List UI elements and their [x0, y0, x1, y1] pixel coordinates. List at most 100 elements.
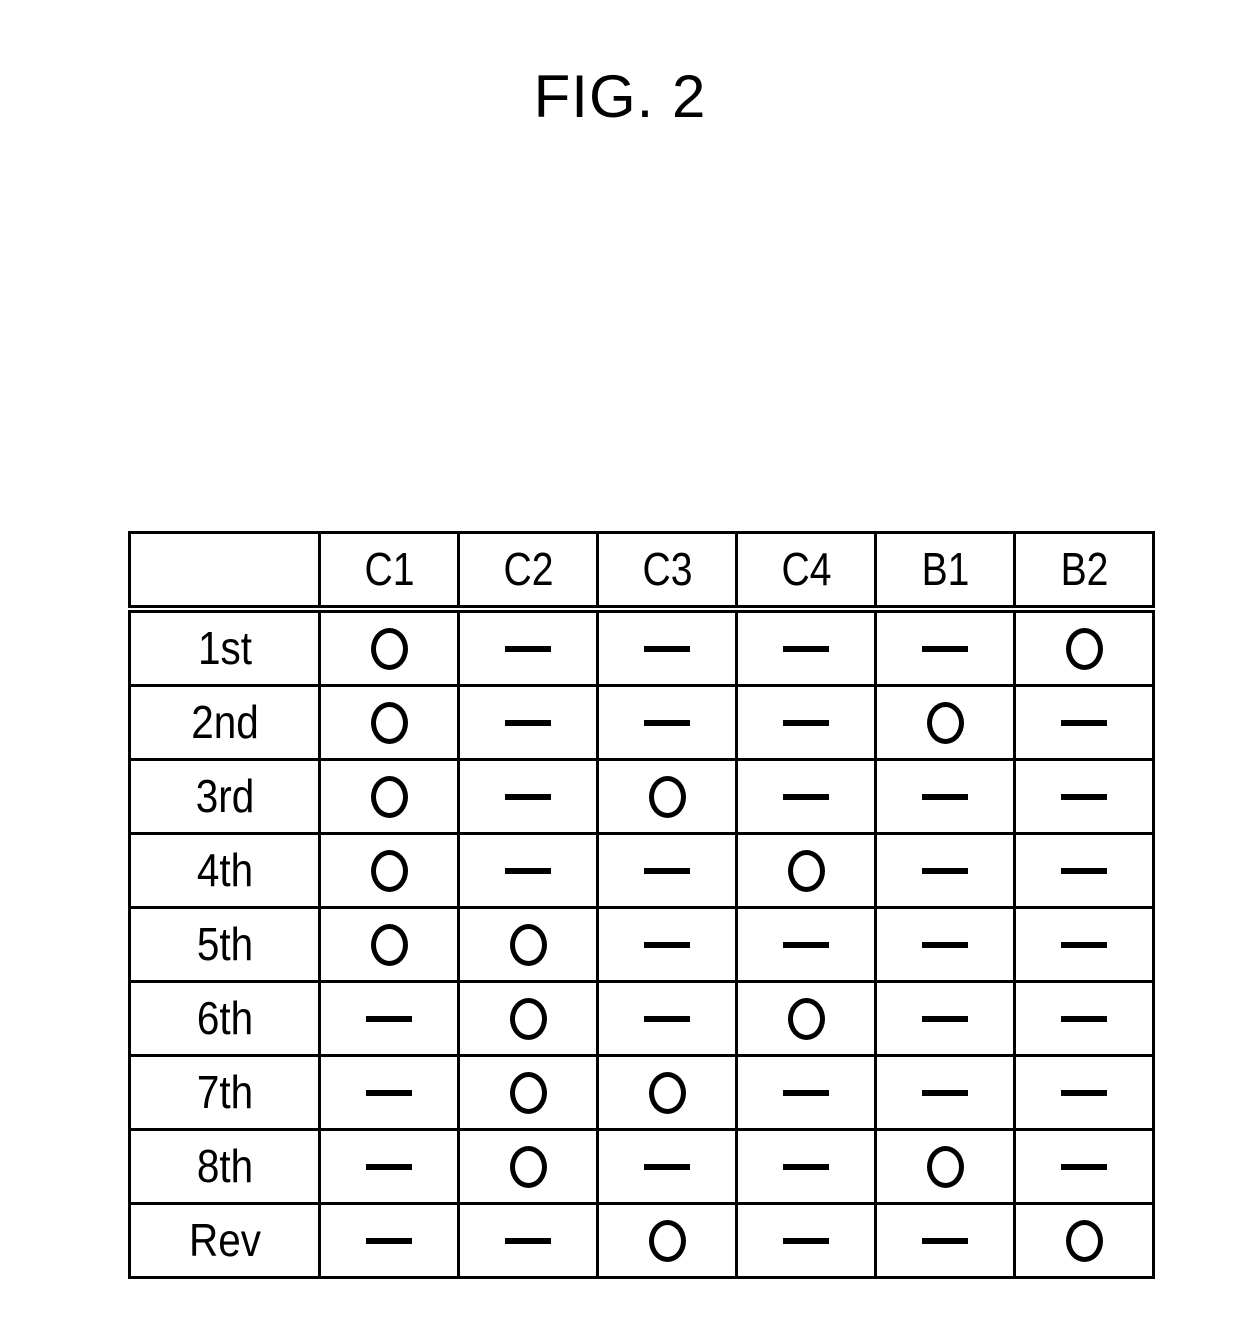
column-header-b1: B1 [884, 531, 1006, 613]
cell-8th-c3 [596, 1128, 738, 1205]
dash-icon [644, 867, 690, 874]
table-header: C1 C2 C3 C4 B1 B2 [128, 531, 1154, 613]
cell-8th-c1 [318, 1128, 460, 1205]
dash-icon [783, 1089, 829, 1096]
dash-icon [922, 941, 968, 948]
table-row: 1st [130, 607, 1155, 687]
circle-icon [370, 849, 408, 892]
cell-2nd-b1 [874, 684, 1016, 761]
circle-icon [926, 701, 964, 744]
cell-5th-b2 [1013, 906, 1155, 983]
cell-8th-c4 [735, 1128, 877, 1205]
cell-2nd-b2 [1013, 684, 1155, 761]
dash-icon [644, 719, 690, 726]
dash-icon [922, 1089, 968, 1096]
dash-icon [366, 1089, 412, 1096]
dash-icon [1061, 867, 1107, 874]
cell-5th-c2 [457, 906, 599, 983]
cell-7th-b2 [1013, 1054, 1155, 1131]
column-header-b2: B2 [1023, 531, 1145, 613]
circle-icon [1065, 627, 1103, 670]
dash-icon [783, 1237, 829, 1244]
table-header-row: C1 C2 C3 C4 B1 B2 [128, 531, 1154, 613]
table-row: 2nd [130, 684, 1155, 761]
column-header-c3: C3 [606, 531, 728, 613]
dash-icon [644, 645, 690, 652]
dash-icon [1061, 941, 1107, 948]
cell-rev-c2 [457, 1202, 599, 1279]
row-label-7th: 7th [139, 1054, 310, 1131]
table-row: 5th [130, 906, 1155, 983]
circle-icon [648, 775, 686, 818]
circle-icon [370, 923, 408, 966]
dash-icon [505, 719, 551, 726]
column-header-c4: C4 [745, 531, 867, 613]
circle-icon [926, 1145, 964, 1188]
cell-7th-c3 [596, 1054, 738, 1131]
dash-icon [644, 1163, 690, 1170]
cell-3rd-c4 [735, 758, 877, 835]
cell-4th-c3 [596, 832, 738, 909]
table-body: 1st 2nd 3rd 4th 5th 6th 7th 8th Rev [130, 607, 1155, 1279]
cell-3rd-b1 [874, 758, 1016, 835]
dash-icon [1061, 793, 1107, 800]
dash-icon [922, 645, 968, 652]
table-row: 6th [130, 980, 1155, 1057]
cell-3rd-c1 [318, 758, 460, 835]
cell-7th-c4 [735, 1054, 877, 1131]
cell-1st-b2 [1013, 607, 1155, 687]
dash-icon [505, 793, 551, 800]
dash-icon [922, 867, 968, 874]
cell-4th-c1 [318, 832, 460, 909]
dash-icon [783, 719, 829, 726]
circle-icon [648, 1219, 686, 1262]
dash-icon [783, 793, 829, 800]
row-label-5th: 5th [139, 906, 310, 983]
table-row: 7th [130, 1054, 1155, 1131]
circle-icon [509, 1071, 547, 1114]
cell-2nd-c2 [457, 684, 599, 761]
dash-icon [505, 1237, 551, 1244]
cell-5th-b1 [874, 906, 1016, 983]
cell-3rd-b2 [1013, 758, 1155, 835]
cell-6th-c2 [457, 980, 599, 1057]
cell-2nd-c4 [735, 684, 877, 761]
row-label-1st: 1st [139, 607, 310, 687]
cell-rev-c4 [735, 1202, 877, 1279]
column-header-c1: C1 [328, 531, 450, 613]
cell-3rd-c3 [596, 758, 738, 835]
cell-6th-b1 [874, 980, 1016, 1057]
dash-icon [1061, 1163, 1107, 1170]
circle-icon [509, 997, 547, 1040]
dash-icon [922, 1015, 968, 1022]
cell-1st-c1 [318, 607, 460, 687]
cell-4th-c2 [457, 832, 599, 909]
cell-6th-b2 [1013, 980, 1155, 1057]
dash-icon [366, 1163, 412, 1170]
cell-4th-b1 [874, 832, 1016, 909]
cell-rev-b1 [874, 1202, 1016, 1279]
dash-icon [922, 1237, 968, 1244]
row-label-6th: 6th [139, 980, 310, 1057]
circle-icon [370, 701, 408, 744]
cell-rev-c3 [596, 1202, 738, 1279]
table-row: 3rd [130, 758, 1155, 835]
dash-icon [366, 1237, 412, 1244]
engagement-table: C1 C2 C3 C4 B1 B2 1st 2nd 3rd 4th 5th 6th 7th 8… [128, 531, 1155, 1279]
dash-icon [783, 941, 829, 948]
circle-icon [787, 849, 825, 892]
column-header-c2: C2 [467, 531, 589, 613]
dash-icon [366, 1015, 412, 1022]
circle-icon [787, 997, 825, 1040]
cell-3rd-c2 [457, 758, 599, 835]
circle-icon [370, 775, 408, 818]
cell-1st-c4 [735, 607, 877, 687]
cell-2nd-c1 [318, 684, 460, 761]
cell-7th-c1 [318, 1054, 460, 1131]
dash-icon [644, 1015, 690, 1022]
cell-7th-b1 [874, 1054, 1016, 1131]
cell-6th-c4 [735, 980, 877, 1057]
cell-5th-c3 [596, 906, 738, 983]
cell-8th-c2 [457, 1128, 599, 1205]
dash-icon [1061, 719, 1107, 726]
